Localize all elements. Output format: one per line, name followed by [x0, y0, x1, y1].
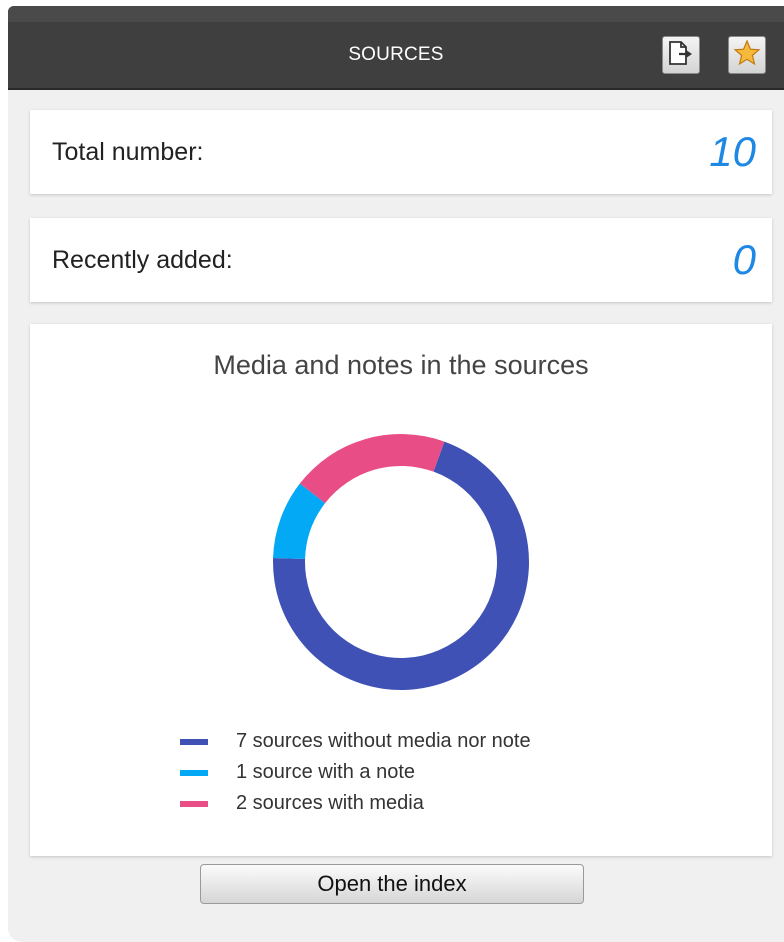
legend-item[interactable]: 7 sources without media nor note [180, 726, 531, 757]
sources-panel: SOURCES Total number: 10 Recently added:… [8, 6, 784, 942]
titlebar-edge [8, 6, 784, 22]
legend-item[interactable]: 2 sources with media [180, 788, 531, 819]
media-notes-chart-card: Media and notes in the sources 7 sources… [30, 324, 772, 856]
recently-added-label: Recently added: [52, 246, 233, 274]
legend-swatch [180, 769, 208, 776]
total-number-card: Total number: 10 [30, 110, 772, 194]
export-button[interactable] [662, 36, 700, 74]
legend-swatch [180, 800, 208, 807]
export-icon [667, 40, 695, 71]
total-number-label: Total number: [52, 138, 204, 166]
recently-added-card: Recently added: 0 [30, 218, 772, 302]
legend-swatch [180, 738, 208, 745]
open-index-button[interactable]: Open the index [200, 864, 584, 904]
star-icon [733, 38, 761, 72]
legend-item[interactable]: 1 source with a note [180, 757, 531, 788]
favorite-button[interactable] [728, 36, 766, 74]
panel-titlebar: SOURCES [8, 6, 784, 90]
total-number-value[interactable]: 10 [709, 110, 756, 194]
legend-label: 1 source with a note [236, 761, 415, 783]
chart-legend: 7 sources without media nor note 1 source… [180, 726, 531, 819]
recently-added-value[interactable]: 0 [733, 218, 756, 302]
donut-chart [273, 434, 529, 690]
legend-label: 2 sources with media [236, 792, 424, 814]
donut-slice-3[interactable] [299, 434, 445, 504]
legend-label: 7 sources without media nor note [236, 730, 531, 752]
